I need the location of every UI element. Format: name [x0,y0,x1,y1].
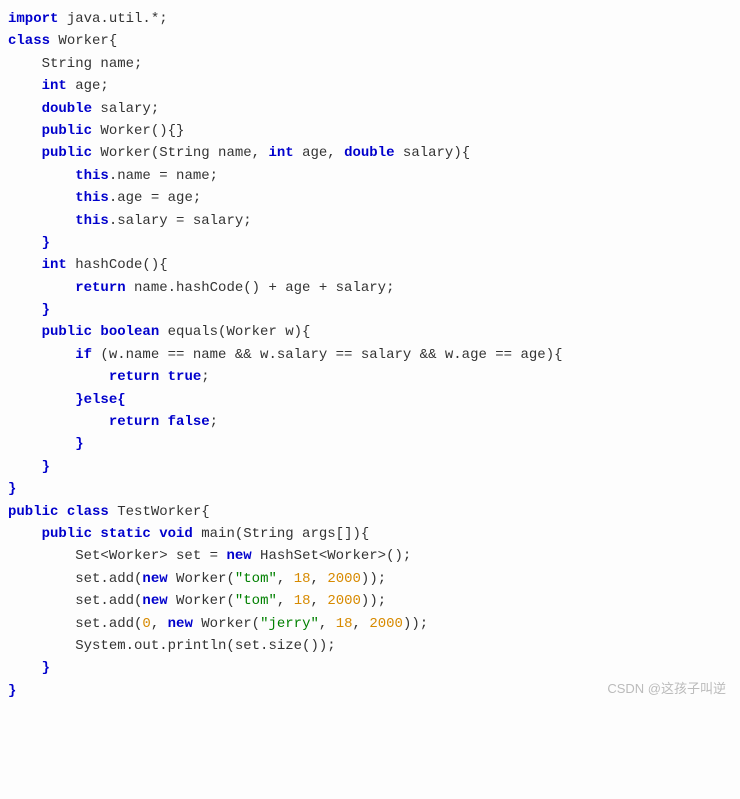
kw-static: static [92,526,151,542]
kw-return: return [8,414,159,430]
t: , [353,616,370,632]
kw-class: class [8,33,50,49]
kw-return: return [8,280,126,296]
num: 18 [336,616,353,632]
t: salary; [92,101,159,117]
t: } [8,660,50,676]
kw-double: double [344,145,394,161]
kw-public: public [8,526,92,542]
kw-true: true [159,369,201,385]
kw-int: int [8,78,67,94]
t: hashCode(){ [67,257,168,273]
t: )); [361,593,386,609]
str: "jerry" [260,616,319,632]
t: , [277,593,294,609]
t: name.hashCode() + age + salary; [126,280,395,296]
num: 2000 [327,571,361,587]
t: .salary = salary; [109,213,252,229]
t: System.out.println(set.size()); [8,638,336,654]
t: salary){ [395,145,471,161]
kw-import: import [8,11,58,27]
t: String name; [8,56,142,72]
t: } [8,683,16,699]
kw-new: new [168,616,193,632]
t: } [8,481,16,497]
num: 2000 [369,616,403,632]
t: Worker( [168,571,235,587]
kw-new: new [142,593,167,609]
t: .name = name; [109,168,218,184]
kw-int: int [268,145,293,161]
kw-public: public [8,145,92,161]
t: set.add( [8,616,142,632]
t: Worker( [168,593,235,609]
kw-boolean: boolean [92,324,159,340]
num: 2000 [327,593,361,609]
t: java.util.*; [58,11,167,27]
num: 18 [294,571,311,587]
t: Set<Worker> set = [8,548,226,564]
num: 18 [294,593,311,609]
t: TestWorker{ [109,504,210,520]
t: (w.name == name && w.salary == salary &&… [92,347,562,363]
watermark: CSDN @这孩子叫逆 [607,679,726,700]
kw-if: if [8,347,92,363]
kw-this: this [8,168,109,184]
t: Worker(){} [92,123,184,139]
t: , [151,616,168,632]
t: } [8,235,50,251]
num: 0 [142,616,150,632]
str: "tom" [235,571,277,587]
t: } [8,436,84,452]
t: , [319,616,336,632]
t: )); [403,616,428,632]
t: age; [67,78,109,94]
t: ; [201,369,209,385]
t: )); [361,571,386,587]
kw-int: int [8,257,67,273]
t: } [8,459,50,475]
kw-false: false [159,414,209,430]
t: , [277,571,294,587]
t: main(String args[]){ [193,526,369,542]
kw-public: public [8,123,92,139]
t: } [8,302,50,318]
code-block: import java.util.*; class Worker{ String… [8,8,732,702]
t: HashSet<Worker>(); [252,548,412,564]
t: , [311,571,328,587]
t: .age = age; [109,190,201,206]
kw-this: this [8,213,109,229]
kw-class: class [58,504,108,520]
kw-new: new [226,548,251,564]
t: , [311,593,328,609]
kw-public: public [8,504,58,520]
kw-this: this [8,190,109,206]
t: set.add( [8,571,142,587]
t: }else{ [8,392,126,408]
t: Worker{ [50,33,117,49]
kw-return: return [8,369,159,385]
kw-double: double [8,101,92,117]
t: age, [294,145,344,161]
t: ; [210,414,218,430]
kw-new: new [142,571,167,587]
str: "tom" [235,593,277,609]
kw-public: public [8,324,92,340]
t: equals(Worker w){ [159,324,310,340]
t: Worker(String name, [92,145,268,161]
kw-void: void [151,526,193,542]
t: set.add( [8,593,142,609]
t: Worker( [193,616,260,632]
